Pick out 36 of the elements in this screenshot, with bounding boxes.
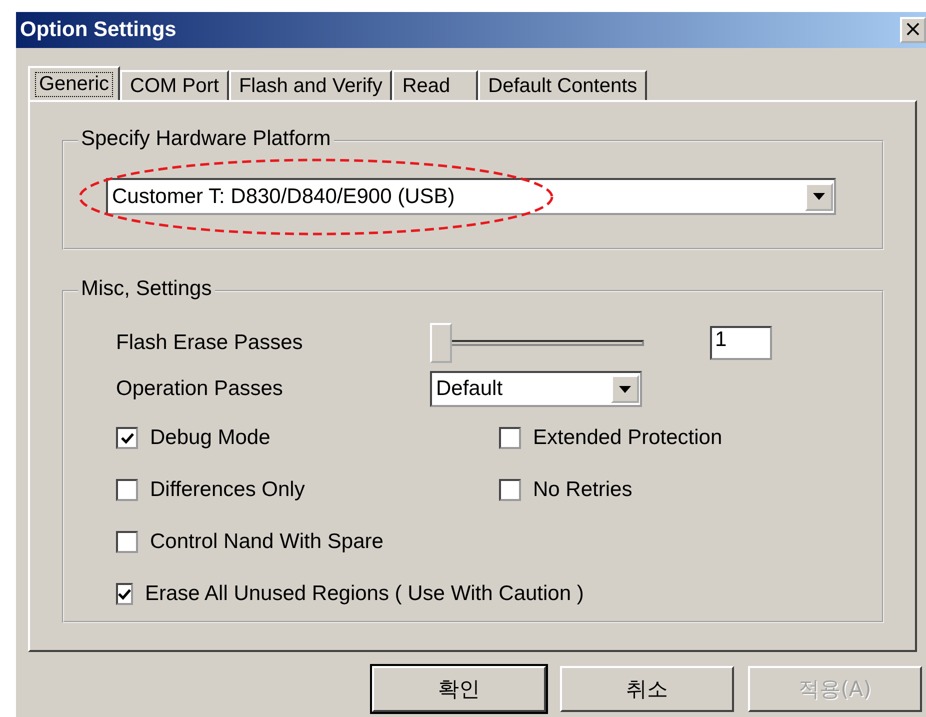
checkbox-label: Erase All Unused Regions ( Use With Caution ) <box>145 582 584 606</box>
checkbox[interactable] <box>116 583 133 605</box>
platform-dropdown[interactable]: Customer T: D830/D840/E900 (USB) <box>106 178 836 215</box>
dropdown-button[interactable] <box>611 375 639 403</box>
slider-thumb[interactable] <box>430 323 452 363</box>
checkbox-label: Differences Only <box>150 478 305 502</box>
group-title: Specify Hardware Platform <box>78 127 334 151</box>
dropdown-button[interactable] <box>805 182 833 210</box>
caret-icon <box>619 386 631 392</box>
checkbox[interactable] <box>116 427 138 449</box>
check-icon <box>120 432 134 444</box>
checkbox-label: Control Nand With Spare <box>150 530 384 554</box>
checkbox[interactable] <box>499 427 521 449</box>
checkbox[interactable] <box>116 479 138 501</box>
tab[interactable]: COM Port <box>120 70 229 100</box>
field-label: Flash Erase Passes <box>116 331 304 355</box>
checkbox[interactable] <box>116 531 138 553</box>
dialog-button[interactable]: 취소 <box>560 666 734 712</box>
tab[interactable]: Default Contents <box>478 70 648 100</box>
tab[interactable]: Generic <box>28 66 120 100</box>
dialog-button[interactable]: 확인 <box>372 666 546 712</box>
checkbox-label: No Retries <box>533 478 632 502</box>
tab[interactable]: Read <box>392 70 478 100</box>
checkbox-label: Debug Mode <box>150 426 270 450</box>
caret-icon <box>813 193 825 200</box>
checkbox-label: Extended Protection <box>533 426 722 450</box>
field-label: Operation Passes <box>116 377 284 401</box>
number-field[interactable]: 1 <box>710 326 772 360</box>
operation-dropdown[interactable]: Default <box>430 371 642 407</box>
window-title: Option Settings <box>20 18 176 42</box>
slider[interactable] <box>430 323 644 363</box>
checkbox[interactable] <box>499 479 521 501</box>
close-button[interactable]: × <box>900 17 926 43</box>
tab[interactable]: Flash and Verify <box>228 70 392 100</box>
group-title: Misc, Settings <box>78 277 215 301</box>
check-icon <box>118 588 131 600</box>
